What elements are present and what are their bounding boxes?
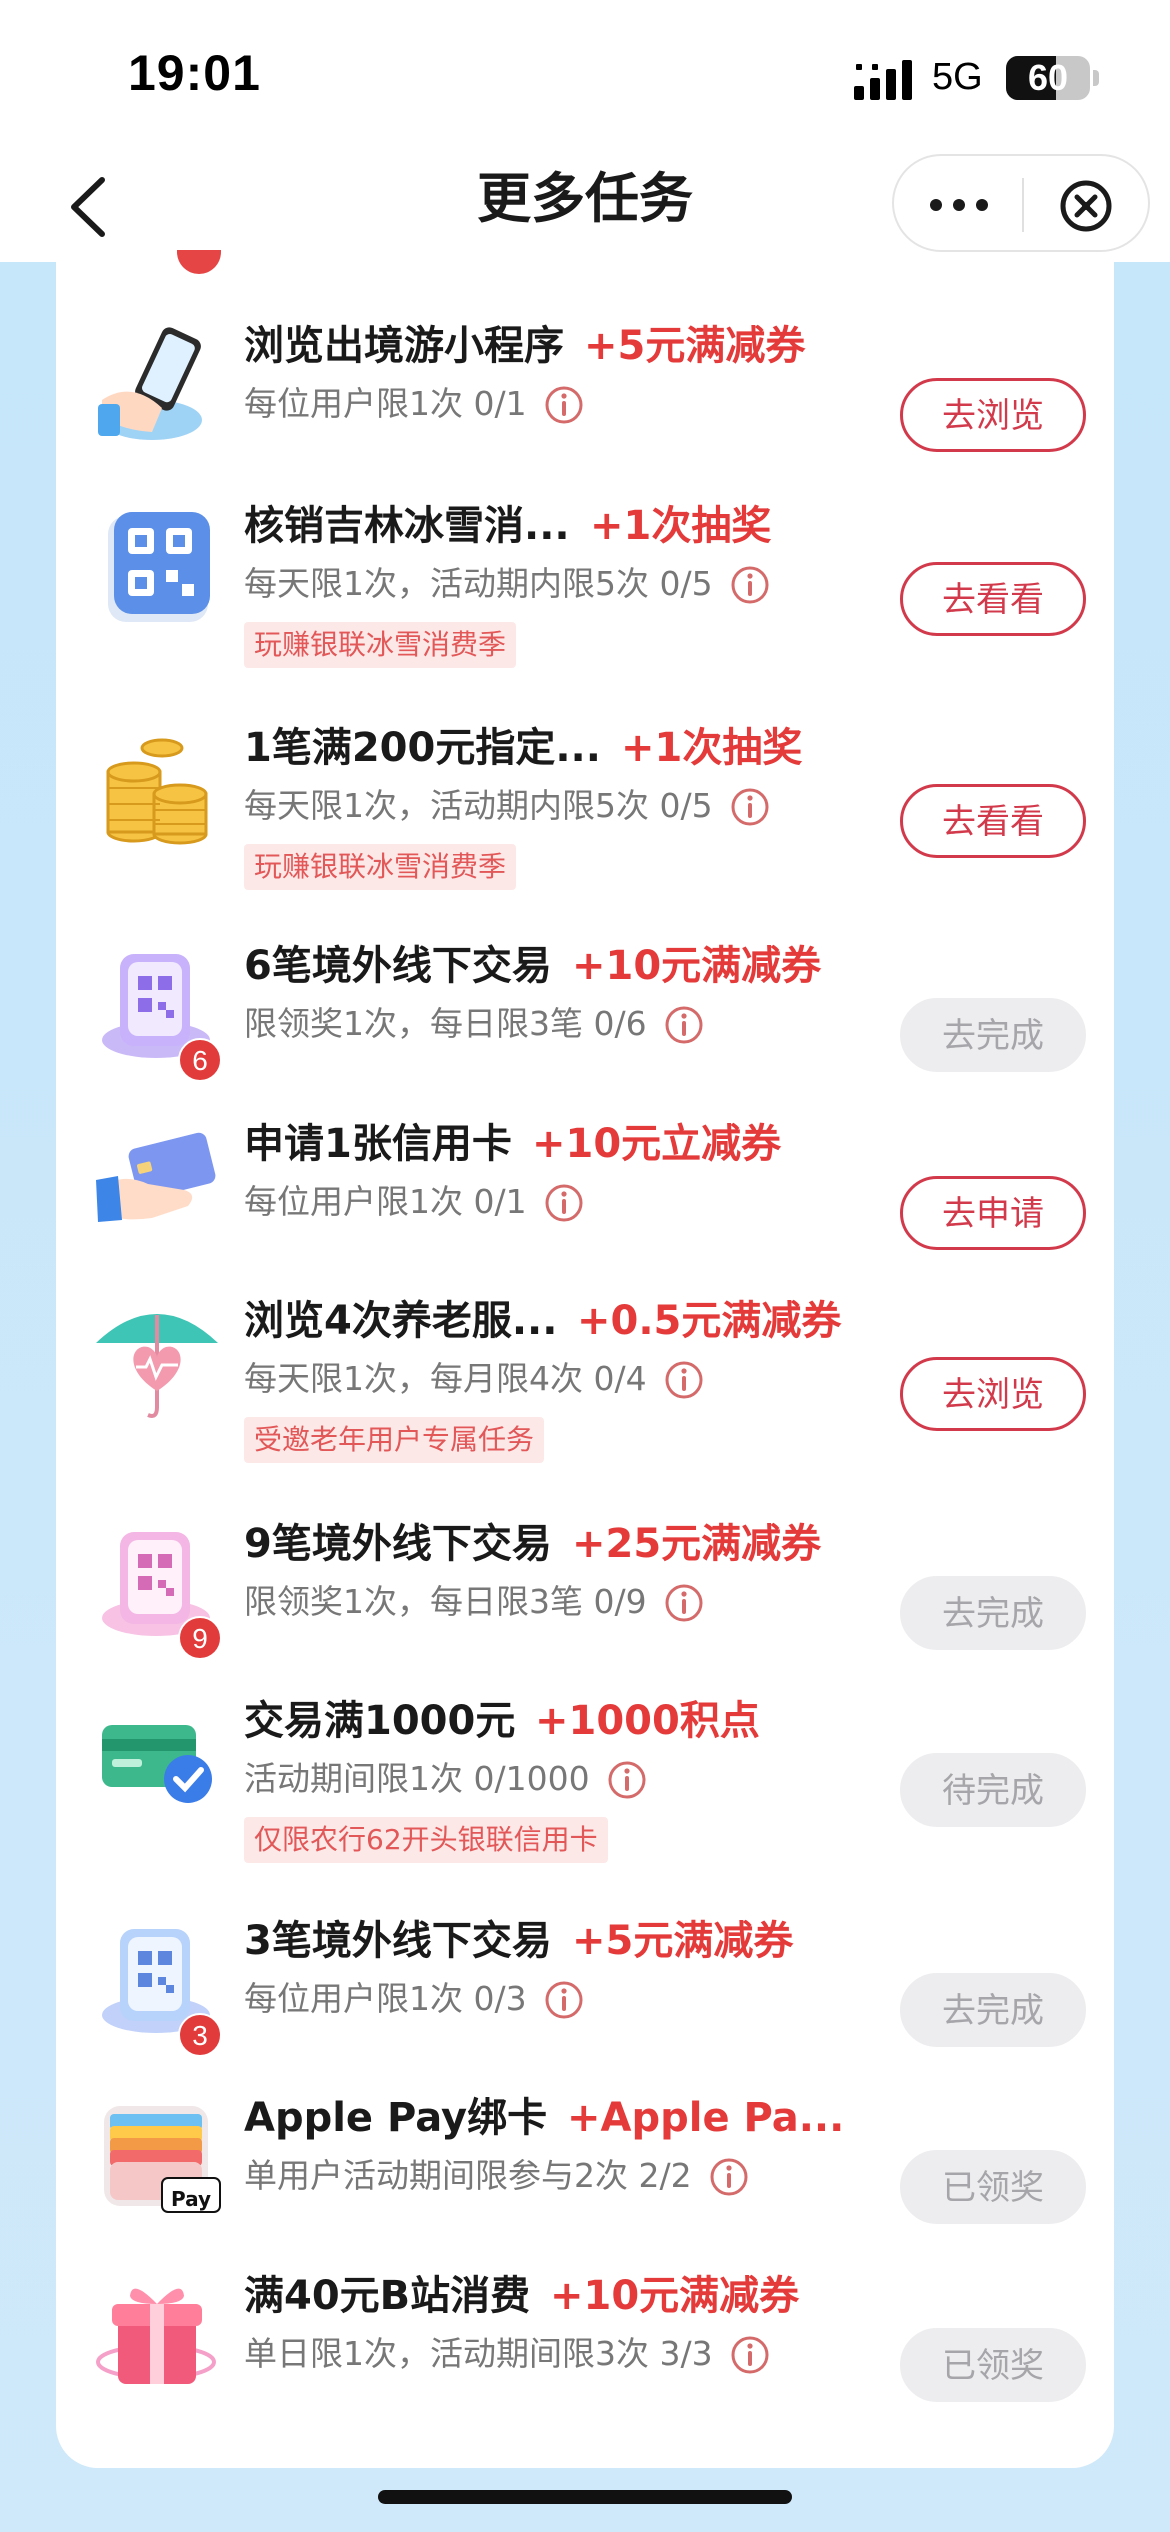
battery-tip [1093,70,1099,86]
task-action-button[interactable]: 已领奖 [900,2328,1086,2402]
task-action-button[interactable]: 去申请 [900,1176,1086,1250]
task-action-button[interactable]: 去看看 [900,562,1086,636]
gift-box-icon [92,2270,222,2400]
task-name: 3笔境外线下交易 [244,1918,552,1964]
task-reward: +5元满减券 [584,323,806,369]
credit-card-hand-icon [92,1118,222,1248]
task-action-button[interactable]: 已领奖 [900,2150,1086,2224]
task-reward: +10元立减券 [532,1121,782,1167]
info-icon[interactable] [543,1182,585,1224]
apple-pay-label: Pay [170,2187,212,2211]
task-limit: 每天限1次，活动期内限5次 0/5 [244,786,713,825]
phone-hand-icon [92,320,222,450]
task-name: 满40元B站消费 [244,2273,531,2319]
task-limit: 单日限1次，活动期间限3次 3/3 [244,2334,713,2373]
task-action-button[interactable]: 待完成 [900,1753,1086,1827]
task-name: 6笔境外线下交易 [244,943,552,989]
task-reward: +0.5元满减券 [577,1298,842,1344]
info-icon[interactable] [708,2156,750,2198]
info-icon[interactable] [729,786,771,828]
task-row: 9 9笔境外线下交易 +25元满减券限领奖1次，每日限3笔 0/9 去完成 [56,1518,1114,1688]
nav-bar: 更多任务 [0,150,1170,262]
qr-code-icon [92,500,222,630]
task-reward: +10元满减券 [550,2273,800,2319]
task-reward: +5元满减券 [572,1918,794,1964]
home-indicator [378,2490,792,2504]
task-action-button[interactable]: 去浏览 [900,378,1086,452]
task-reward: +1000积点 [535,1698,760,1744]
task-limit: 活动期间限1次 0/1000 [244,1759,590,1798]
info-icon[interactable] [663,1582,705,1624]
task-name: 交易满1000元 [244,1698,516,1744]
info-icon[interactable] [663,1359,705,1401]
count-badge: 3 [178,2013,222,2057]
card-check-icon [92,1695,222,1825]
close-circle-icon[interactable] [1056,176,1116,236]
task-limit: 每位用户限1次 0/1 [244,384,527,423]
task-row: 交易满1000元 +1000积点活动期间限1次 0/1000 仅限农行62开头银联信… [56,1695,1114,1865]
capsule-divider [1022,178,1024,232]
info-icon[interactable] [729,564,771,606]
task-limit: 每天限1次，活动期内限5次 0/5 [244,564,713,603]
task-reward: +25元满减券 [572,1521,822,1567]
coins-icon [92,722,222,852]
task-name: 申请1张信用卡 [244,1121,512,1167]
battery-label: 60 [1027,57,1069,98]
task-limit: 限领奖1次，每日限3笔 0/6 [244,1004,647,1043]
info-icon[interactable] [663,1004,705,1046]
network-label: 5G [932,56,983,98]
task-limit: 每位用户限1次 0/3 [244,1979,527,2018]
info-icon[interactable] [543,384,585,426]
task-limit: 每天限1次，每月限4次 0/4 [244,1359,647,1398]
info-icon[interactable] [729,2334,771,2376]
task-action-button[interactable]: 去看看 [900,784,1086,858]
task-row: 核销吉林冰雪消... +1次抽奖每天限1次，活动期内限5次 0/5 玩赚银联冰雪消费… [56,500,1114,670]
task-tag: 受邀老年用户专属任务 [244,1417,545,1463]
count-badge: 9 [178,1616,222,1660]
task-row: Pay Apple Pay绑卡 +Apple Pa... 单用户活动期间限参与2次 2… [56,2092,1114,2262]
task-tag: 玩赚银联冰雪消费季 [244,622,517,668]
task-row: 满40元B站消费 +10元满减券单日限1次，活动期间限3次 3/3 已领奖 [56,2270,1114,2440]
task-limit: 单用户活动期间限参与2次 2/2 [244,2156,692,2195]
task-reward: +10元满减券 [572,943,822,989]
task-reward: +1次抽奖 [590,503,772,549]
status-bar: 19:01 5G 60 [0,0,1170,150]
task-action-button[interactable]: 去浏览 [900,1357,1086,1431]
task-row: 浏览4次养老服... +0.5元满减券每天限1次，每月限4次 0/4 受邀老年用户专… [56,1295,1114,1465]
mini-program-capsule [892,154,1150,252]
task-reward: +Apple Pa... [567,2095,845,2141]
task-name: 浏览出境游小程序 [244,323,564,369]
task-row: 申请1张信用卡 +10元立减券 每位用户限1次 0/1 去申请 [56,1118,1114,1288]
umbrella-heart-icon [92,1295,222,1425]
task-name: Apple Pay绑卡 [244,2095,548,2141]
task-action-button[interactable]: 去完成 [900,1973,1086,2047]
task-name: 1笔满200元指定... [244,725,601,771]
more-dots-icon[interactable] [924,180,994,230]
task-tag: 玩赚银联冰雪消费季 [244,844,517,890]
task-name: 浏览4次养老服... [244,1298,558,1344]
info-icon[interactable] [543,1979,585,2021]
task-action-button[interactable]: 去完成 [900,998,1086,1072]
task-row: 浏览出境游小程序 +5元满减券每位用户限1次 0/1 去浏览 [56,320,1114,490]
task-name: 核销吉林冰雪消... [244,503,570,549]
status-time: 19:01 [128,45,261,101]
task-action-button[interactable]: 去完成 [900,1576,1086,1650]
task-reward: +1次抽奖 [621,725,803,771]
task-name: 9笔境外线下交易 [244,1521,552,1567]
task-tag: 仅限农行62开头银联信用卡 [244,1817,608,1863]
task-limit: 每位用户限1次 0/1 [244,1182,527,1221]
task-row: 6 6笔境外线下交易 +10元满减券限领奖1次，每日限3笔 0/6 去完成 [56,940,1114,1110]
count-badge: 6 [178,1038,222,1082]
battery-icon: 60 [1006,56,1090,100]
info-icon[interactable] [606,1759,648,1801]
signal-icon [854,60,912,100]
task-limit: 限领奖1次，每日限3笔 0/9 [244,1582,647,1621]
task-row: 1笔满200元指定... +1次抽奖每天限1次，活动期内限5次 0/5 玩赚银联冰雪… [56,722,1114,892]
task-row: 3 3笔境外线下交易 +5元满减券每位用户限1次 0/3 去完成 [56,1915,1114,2085]
